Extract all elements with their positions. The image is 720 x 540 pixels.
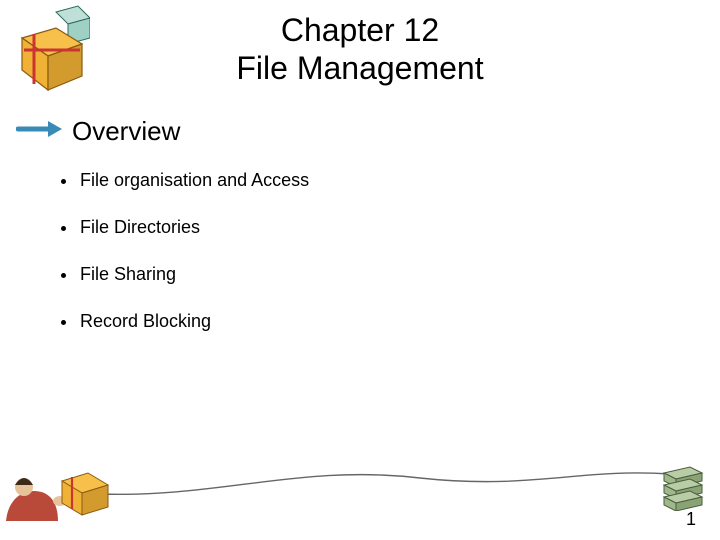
bullet-text: Record Blocking bbox=[80, 311, 211, 331]
bullet-text: File Sharing bbox=[80, 264, 176, 284]
list-item: File Directories bbox=[78, 217, 309, 238]
title-line-2: File Management bbox=[0, 50, 720, 88]
person-carry-cube-icon bbox=[0, 457, 112, 526]
bullet-list: File organisation and Access File Direct… bbox=[58, 170, 309, 358]
list-item: File Sharing bbox=[78, 264, 309, 285]
slide: Chapter 12 File Management Overview File… bbox=[0, 0, 720, 540]
slide-title: Chapter 12 File Management bbox=[0, 12, 720, 88]
page-number: 1 bbox=[686, 509, 696, 530]
connector-wire bbox=[100, 460, 670, 500]
list-item: File organisation and Access bbox=[78, 170, 309, 191]
stacked-boxes-icon bbox=[660, 463, 704, 516]
list-item: Record Blocking bbox=[78, 311, 309, 332]
arrow-right-icon bbox=[16, 119, 62, 144]
current-section-label: Overview bbox=[72, 116, 180, 147]
bullet-text: File organisation and Access bbox=[80, 170, 309, 190]
bullet-text: File Directories bbox=[80, 217, 200, 237]
title-line-1: Chapter 12 bbox=[0, 12, 720, 50]
current-section-row: Overview bbox=[16, 116, 180, 147]
